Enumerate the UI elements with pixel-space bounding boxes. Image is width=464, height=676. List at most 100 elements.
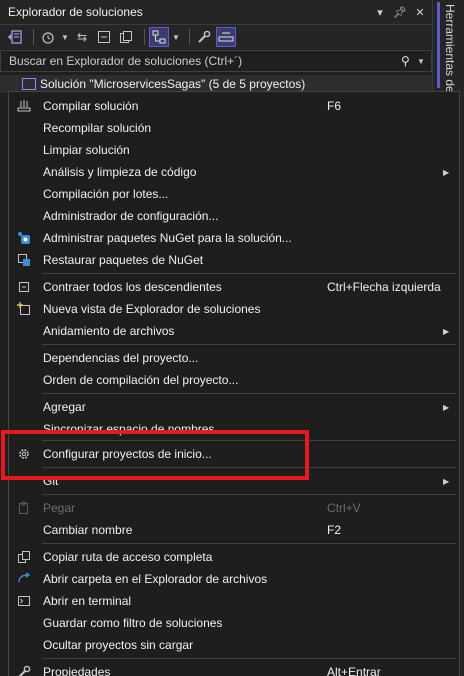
- search-options-chevron-icon[interactable]: ▼: [417, 57, 431, 66]
- pin-icon[interactable]: 📌︎: [392, 6, 408, 19]
- menu-item-add[interactable]: Agregar ▶: [9, 396, 459, 418]
- menu-item-label: Compilar solución: [43, 99, 139, 113]
- context-menu: Compilar solución F6 Recompilar solución…: [8, 91, 460, 676]
- menu-item-properties[interactable]: Propiedades Alt+Entrar: [9, 661, 459, 676]
- menu-item-rebuild-solution[interactable]: Recompilar solución: [9, 117, 459, 139]
- menu-separator: [42, 494, 456, 495]
- menu-item-label: Administrador de configuración...: [43, 209, 219, 223]
- submenu-arrow-icon: ▶: [443, 476, 450, 486]
- preview-selected-items-icon[interactable]: [216, 27, 236, 47]
- search-icon[interactable]: ⚲: [401, 54, 417, 68]
- menu-item-label: Nueva vista de Explorador de soluciones: [43, 302, 261, 316]
- menu-item-label: Compilación por lotes...: [43, 187, 169, 201]
- open-folder-arrow-icon: [16, 571, 32, 587]
- menu-item-label: Abrir en terminal: [43, 594, 132, 608]
- collapse-all-icon[interactable]: [95, 28, 113, 46]
- solution-icon: [22, 78, 36, 90]
- properties-wrench-icon[interactable]: [195, 28, 213, 46]
- search-input[interactable]: [1, 53, 401, 69]
- menu-item-label: Cambiar nombre: [43, 523, 133, 537]
- menu-item-shortcut: Ctrl+V: [327, 501, 361, 515]
- menu-item-label: Guardar como filtro de soluciones: [43, 616, 223, 630]
- submenu-arrow-icon: ▶: [443, 167, 450, 177]
- wrench-icon: [16, 664, 32, 676]
- menu-separator: [42, 273, 456, 274]
- menu-item-label: Análisis y limpieza de código: [43, 165, 197, 179]
- menu-item-open-terminal[interactable]: Abrir en terminal: [9, 590, 459, 612]
- collapse-icon: [16, 279, 32, 295]
- terminal-icon: [16, 593, 32, 609]
- menu-item-label: Copiar ruta de acceso completa: [43, 550, 213, 564]
- submenu-arrow-icon: ▶: [443, 402, 450, 412]
- title-bar: Explorador de soluciones ▾ 📌︎ ✕: [0, 0, 432, 25]
- menu-item-configure-startup-projects[interactable]: Configurar proyectos de inicio...: [9, 443, 459, 465]
- menu-item-label: Recompilar solución: [43, 121, 152, 135]
- menu-separator: [42, 467, 456, 468]
- menu-item-clean-solution[interactable]: Limpiar solución: [9, 139, 459, 161]
- menu-item-open-folder[interactable]: Abrir carpeta en el Explorador de archiv…: [9, 568, 459, 590]
- menu-item-paste[interactable]: Pegar Ctrl+V: [9, 497, 459, 519]
- menu-item-manage-nuget[interactable]: Administrar paquetes NuGet para la soluc…: [9, 227, 459, 249]
- toolbar-separator: [189, 29, 190, 45]
- menu-separator: [42, 344, 456, 345]
- menu-item-save-solution-filter[interactable]: Guardar como filtro de soluciones: [9, 612, 459, 634]
- menu-item-shortcut: F2: [327, 523, 342, 537]
- menu-item-shortcut: F6: [327, 99, 342, 113]
- sync-active-document-icon[interactable]: ⇆: [73, 28, 91, 46]
- menu-item-restore-nuget[interactable]: Restaurar paquetes de NuGet: [9, 249, 459, 271]
- menu-item-label: Abrir carpeta en el Explorador de archiv…: [43, 572, 268, 586]
- menu-item-hide-unloaded-projects[interactable]: Ocultar proyectos sin cargar: [9, 634, 459, 656]
- menu-item-label: Orden de compilación del proyecto...: [43, 373, 239, 387]
- menu-item-label: Agregar: [43, 400, 86, 414]
- solution-view-icon[interactable]: [149, 27, 169, 47]
- menu-item-copy-full-path[interactable]: Copiar ruta de acceso completa: [9, 546, 459, 568]
- menu-item-label: Limpiar solución: [43, 143, 130, 157]
- menu-item-label: Propiedades: [43, 665, 111, 676]
- gear-icon: [16, 446, 32, 462]
- show-all-files-icon[interactable]: [117, 28, 135, 46]
- menu-item-label: Git: [43, 474, 59, 488]
- menu-item-shortcut: Alt+Entrar: [327, 665, 381, 676]
- nuget-icon: [16, 230, 32, 246]
- menu-item-file-nesting[interactable]: Anidamiento de archivos ▶: [9, 320, 459, 342]
- chevron-down-icon[interactable]: ▼: [61, 28, 69, 46]
- restore-packages-icon: [16, 252, 32, 268]
- search-box[interactable]: ⚲ ▼: [0, 50, 432, 72]
- menu-item-rename[interactable]: Cambiar nombre F2: [9, 519, 459, 541]
- menu-item-label: Administrar paquetes NuGet para la soluc…: [43, 231, 292, 245]
- menu-item-label: Restaurar paquetes de NuGet: [43, 253, 204, 267]
- solution-node-label: Solución "MicroservicesSagas" (5 de 5 pr…: [40, 77, 306, 91]
- tab-active-marker: [437, 2, 440, 88]
- chevron-down-icon[interactable]: ▼: [172, 28, 180, 46]
- paste-icon: [16, 500, 32, 516]
- window-title: Explorador de soluciones: [8, 5, 143, 19]
- menu-item-project-dependencies[interactable]: Dependencias del proyecto...: [9, 347, 459, 369]
- window-options-icon[interactable]: ▾: [372, 6, 388, 19]
- toolbar-separator: [33, 29, 34, 45]
- solution-explorer-window: Explorador de soluciones ▾ 📌︎ ✕ Herramie…: [0, 0, 464, 676]
- menu-item-build-order[interactable]: Orden de compilación del proyecto...: [9, 369, 459, 391]
- menu-item-label: Anidamiento de archivos: [43, 324, 175, 338]
- menu-item-collapse-all[interactable]: Contraer todos los descendientes Ctrl+Fl…: [9, 276, 459, 298]
- menu-item-label: Sincronizar espacio de nombres: [43, 422, 215, 436]
- menu-item-configuration-manager[interactable]: Administrador de configuración...: [9, 205, 459, 227]
- submenu-arrow-icon: ▶: [443, 326, 450, 336]
- close-icon[interactable]: ✕: [412, 6, 428, 19]
- copy-icon: [16, 549, 32, 565]
- menu-item-shortcut: Ctrl+Flecha izquierda: [327, 280, 441, 294]
- switch-views-icon[interactable]: [6, 28, 24, 46]
- pending-changes-filter-icon[interactable]: [39, 28, 57, 46]
- menu-item-new-explorer-view[interactable]: Nueva vista de Explorador de soluciones: [9, 298, 459, 320]
- new-view-icon: [16, 301, 32, 317]
- menu-separator: [42, 543, 456, 544]
- toolbar: ▼ ⇆ ▼: [0, 25, 432, 49]
- menu-item-label: Ocultar proyectos sin cargar: [43, 638, 194, 652]
- menu-item-code-analysis[interactable]: Análisis y limpieza de código ▶: [9, 161, 459, 183]
- toolbar-separator: [144, 29, 145, 45]
- menu-item-batch-build[interactable]: Compilación por lotes...: [9, 183, 459, 205]
- menu-item-build-solution[interactable]: Compilar solución F6: [9, 95, 459, 117]
- menu-item-label: Configurar proyectos de inicio...: [43, 447, 212, 461]
- menu-separator: [42, 658, 456, 659]
- menu-item-sync-namespaces[interactable]: Sincronizar espacio de nombres: [9, 418, 459, 440]
- menu-item-git[interactable]: Git ▶: [9, 470, 459, 492]
